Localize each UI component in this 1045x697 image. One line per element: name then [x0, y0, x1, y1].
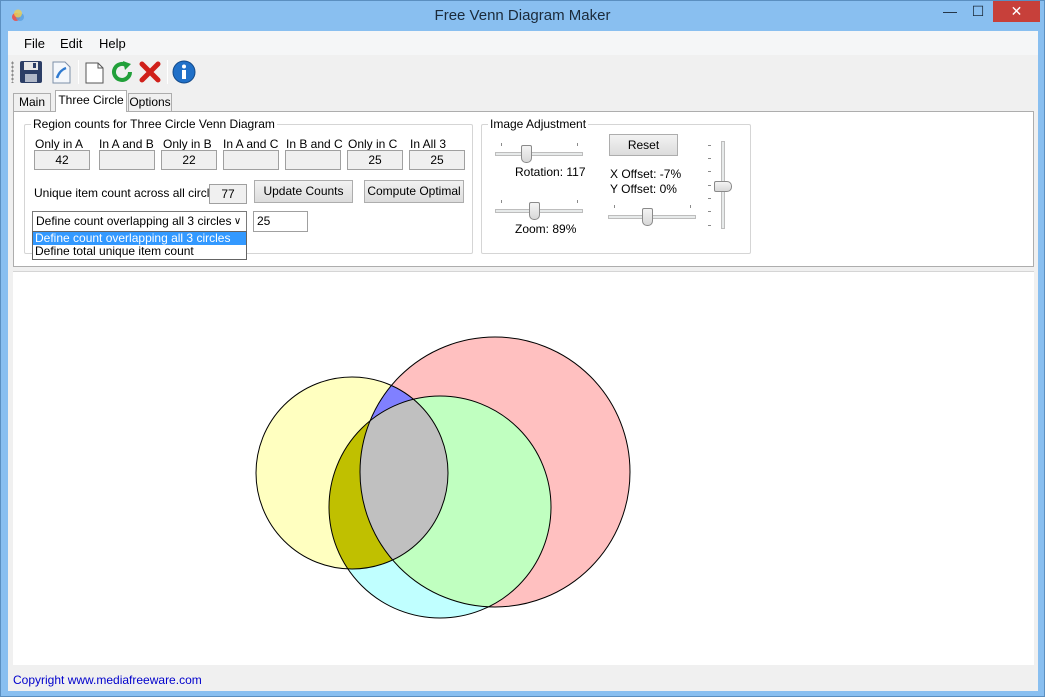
count-mode-dropdown: Define count overlapping all 3 circles D…: [32, 231, 247, 260]
y-offset-slider-thumb[interactable]: [714, 181, 732, 192]
rotation-slider-track[interactable]: [495, 152, 583, 156]
only-b-field[interactable]: 22: [161, 150, 217, 170]
compute-optimal-button[interactable]: Compute Optimal: [364, 180, 464, 203]
tab-main[interactable]: Main: [13, 93, 51, 111]
toolbar: [8, 55, 1038, 89]
a-b-label: In A and B: [99, 137, 154, 151]
b-c-field[interactable]: [285, 150, 341, 170]
all3-field[interactable]: 25: [409, 150, 465, 170]
rotation-label: Rotation: 117: [515, 165, 586, 179]
copyright-link[interactable]: Copyright www.mediafreeware.com: [13, 673, 202, 687]
rotation-slider-thumb[interactable]: [521, 145, 532, 163]
count-mode-select[interactable]: Define count overlapping all 3 circles ∨: [32, 211, 247, 232]
menu-help[interactable]: Help: [99, 36, 126, 51]
zoom-label: Zoom: 89%: [515, 222, 577, 236]
a-c-label: In A and C: [223, 137, 279, 151]
image-adjustment-title: Image Adjustment: [488, 117, 589, 131]
app-window: Free Venn Diagram Maker — ☐ ✕ File Edit …: [0, 0, 1045, 697]
slider-tick: [690, 205, 691, 208]
toolbar-separator: [78, 60, 79, 84]
close-button[interactable]: ✕: [993, 1, 1040, 22]
zoom-slider-thumb[interactable]: [529, 202, 540, 220]
a-c-field[interactable]: [223, 150, 279, 170]
title-bar[interactable]: Free Venn Diagram Maker — ☐ ✕: [1, 1, 1044, 31]
slider-tick: [501, 200, 502, 203]
venn-diagram: [255, 336, 631, 619]
slider-tick: [708, 211, 711, 212]
delete-icon[interactable]: [137, 59, 163, 85]
slider-tick: [708, 225, 711, 226]
slider-tick: [708, 171, 711, 172]
only-c-label: Only in C: [348, 137, 398, 151]
slider-tick: [708, 185, 711, 186]
slider-tick: [577, 143, 578, 146]
overlap-count-input[interactable]: 25: [253, 211, 308, 232]
all3-label: In All 3: [410, 137, 447, 151]
toolbar-grip-icon[interactable]: [11, 61, 14, 83]
slider-tick: [708, 198, 711, 199]
open-icon[interactable]: [48, 59, 74, 85]
venn-canvas[interactable]: [13, 271, 1034, 665]
new-document-icon[interactable]: [82, 59, 108, 85]
option-total-unique[interactable]: Define total unique item count: [33, 245, 246, 258]
slider-tick: [708, 158, 711, 159]
unique-count-label: Unique item count across all circles: [34, 186, 223, 200]
b-c-label: In B and C: [286, 137, 343, 151]
x-offset-label: X Offset: -7%: [610, 167, 682, 181]
refresh-icon[interactable]: [109, 59, 135, 85]
only-c-field[interactable]: 25: [347, 150, 403, 170]
info-icon[interactable]: [171, 59, 197, 85]
only-a-field[interactable]: 42: [34, 150, 90, 170]
reset-button[interactable]: Reset: [609, 134, 678, 156]
slider-tick: [614, 205, 615, 208]
y-offset-label: Y Offset: 0%: [610, 182, 677, 196]
minimize-button[interactable]: —: [937, 1, 963, 22]
menu-bar: File Edit Help: [8, 31, 1038, 55]
count-mode-selected: Define count overlapping all 3 circles: [36, 214, 232, 228]
save-icon[interactable]: [18, 59, 44, 85]
menu-file[interactable]: File: [24, 36, 45, 51]
tab-three-circle[interactable]: Three Circle: [55, 90, 127, 112]
update-counts-button[interactable]: Update Counts: [254, 180, 353, 203]
a-b-field[interactable]: [99, 150, 155, 170]
chevron-down-icon[interactable]: ∨: [229, 212, 246, 231]
unique-count-field[interactable]: 77: [209, 184, 247, 204]
window-title: Free Venn Diagram Maker: [434, 7, 611, 24]
tab-options[interactable]: Options: [128, 93, 172, 111]
only-b-label: Only in B: [163, 137, 212, 151]
x-offset-slider-thumb[interactable]: [642, 208, 653, 226]
only-a-label: Only in A: [35, 137, 84, 151]
client-area: File Edit Help Main Three Circle Options…: [8, 31, 1038, 691]
menu-edit[interactable]: Edit: [60, 36, 82, 51]
slider-tick: [501, 143, 502, 146]
slider-tick: [708, 145, 711, 146]
region-counts-title: Region counts for Three Circle Venn Diag…: [31, 117, 277, 131]
slider-tick: [577, 200, 578, 203]
maximize-button[interactable]: ☐: [965, 1, 991, 22]
status-bar: Copyright www.mediafreeware.com: [8, 669, 1038, 691]
toolbar-separator: [167, 60, 168, 84]
